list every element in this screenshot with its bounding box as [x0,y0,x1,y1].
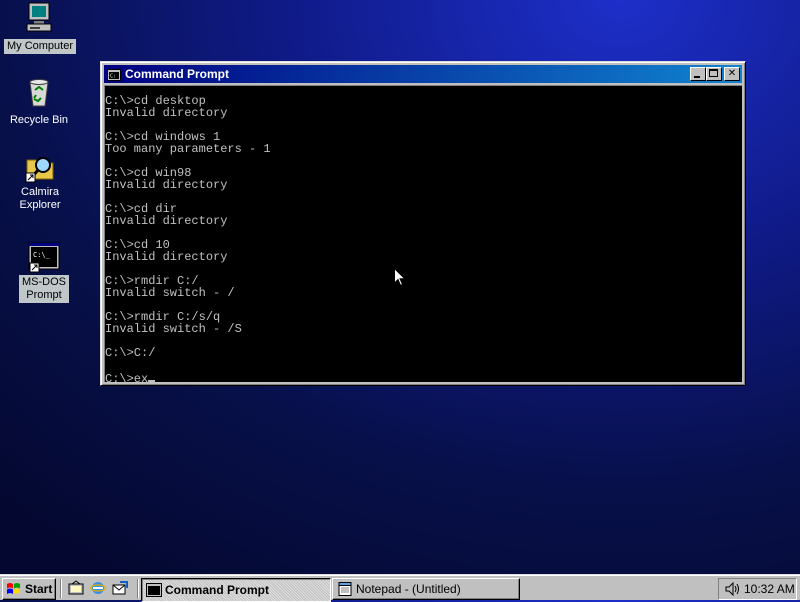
task-label: Command Prompt [165,583,270,597]
task-label: Notepad - (Untitled) [356,582,461,596]
volume-icon[interactable] [724,581,740,597]
desktop-icon-label-line: Prompt [26,289,62,301]
desktop-icon-recycle-bin[interactable]: Recycle Bin [1,76,77,128]
my-computer-icon [24,2,56,34]
window-title: Command Prompt [125,67,230,81]
console-line: Invalid directory [105,214,228,228]
console-line: Invalid switch - /S [105,322,242,336]
maximize-icon [709,69,718,77]
title-bar[interactable]: C: Command Prompt ✕ [104,65,742,83]
ms-dos-prompt-icon: C:\_ [28,241,60,273]
console-input-line[interactable]: C:\>ex [105,372,148,382]
command-prompt-icon: C: [107,68,121,81]
desktop-icon-my-computer[interactable]: My Computer [2,2,78,54]
system-tray: 10:32 AM [718,578,797,600]
svg-text:C:: C: [110,74,116,80]
command-prompt-icon [146,583,162,597]
minimize-button[interactable] [690,67,706,81]
maximize-button[interactable] [706,67,722,81]
close-button[interactable]: ✕ [724,67,740,81]
desktop-icon-label: Recycle Bin [9,114,69,126]
desktop-icon-label-line: Calmira [21,186,59,198]
windows-logo-icon [6,582,22,596]
internet-explorer-icon[interactable] [89,580,107,596]
start-button[interactable]: Start [2,578,56,600]
desktop-icon-label: My Computer [3,39,77,54]
notepad-icon [337,582,353,596]
desktop-icon-label: MS-DOS Prompt [19,275,69,303]
taskbar-task-notepad[interactable]: Notepad - (Untitled) [332,578,520,600]
console-line: Invalid directory [105,178,228,192]
show-desktop-icon[interactable] [68,580,84,596]
taskbar-separator [60,579,62,598]
console-line: Invalid directory [105,250,228,264]
console-text: C:\>cd desktop Invalid directory C:\>cd … [105,86,742,382]
desktop-icon-label-line: Explorer [19,199,61,211]
console-line: Invalid switch - / [105,286,235,300]
clock[interactable]: 10:32 AM [744,582,795,596]
desktop-icon-calmira-explorer[interactable]: Calmira Explorer [2,151,78,213]
desktop-icon-label: Calmira Explorer [17,185,64,213]
calmira-explorer-icon [24,151,56,183]
start-label: Start [25,582,53,596]
close-icon: ✕ [727,68,737,79]
desktop-icon-label-line: MS-DOS [22,276,66,288]
svg-text:C:\_: C:\_ [33,251,51,259]
taskbar-separator [137,579,139,598]
mouse-pointer-icon [394,267,407,288]
text-cursor [148,371,156,382]
recycle-bin-icon [23,76,55,108]
outlook-express-icon[interactable] [112,580,128,596]
console-line: Invalid directory [105,106,228,120]
taskbar: Start Command Prompt Notepad - (Untitled… [0,574,800,602]
minimize-icon [694,76,700,78]
console-output[interactable]: C:\>cd desktop Invalid directory C:\>cd … [104,85,742,382]
command-prompt-window[interactable]: C: Command Prompt ✕ C:\>cd desktop Inval… [100,61,746,386]
console-line: C:\>C:/ [105,346,156,360]
desktop-icon-ms-dos-prompt[interactable]: C:\_ MS-DOS Prompt [6,241,82,303]
taskbar-task-command-prompt[interactable]: Command Prompt [141,578,331,602]
console-line: Too many parameters - 1 [105,142,271,156]
quick-launch [68,580,134,596]
